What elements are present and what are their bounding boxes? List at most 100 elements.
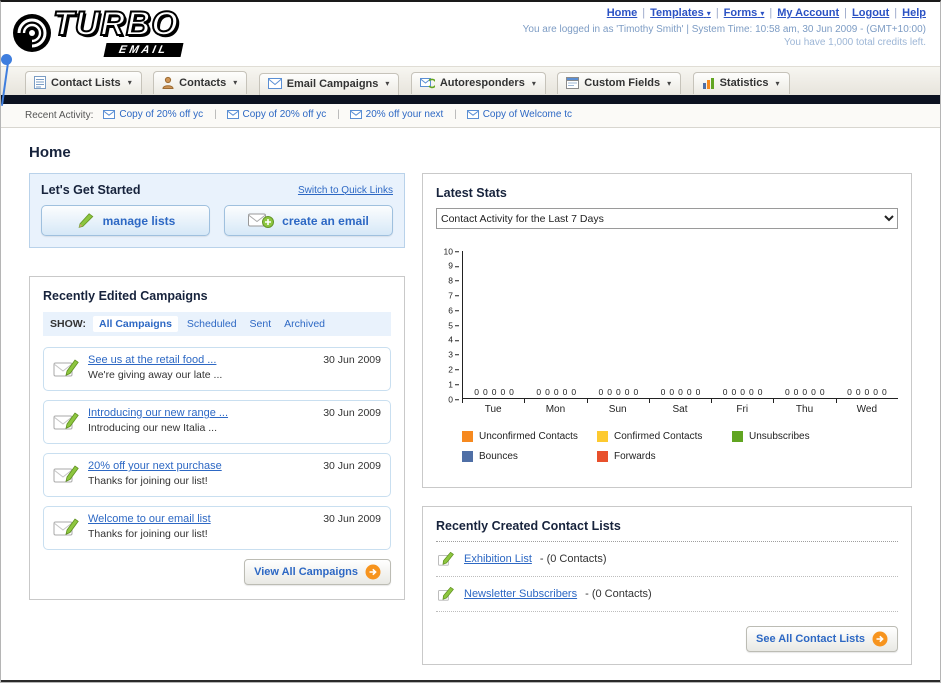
stats-range-select[interactable]: Contact Activity for the Last 7 Days	[436, 208, 898, 229]
contact-list-item: Newsletter Subscribers - (0 Contacts)	[436, 577, 898, 612]
tab-contact-lists[interactable]: Contact Lists ▾	[25, 71, 142, 94]
create-email-button[interactable]: create an email	[224, 205, 393, 236]
filter-archived[interactable]: Archived	[284, 318, 325, 330]
tab-autoresponders[interactable]: Autoresponders ▾	[410, 72, 546, 94]
campaign-title-link[interactable]: 20% off your next purchase	[88, 460, 315, 472]
bottom-bar	[1, 680, 940, 682]
nav-my-account-link[interactable]: My Account	[777, 7, 852, 19]
campaign-item: 20% off your next purchase Thanks for jo…	[43, 453, 391, 497]
campaign-title-link[interactable]: Welcome to our email list	[88, 513, 315, 525]
see-all-contact-lists-button[interactable]: See All Contact Lists	[745, 626, 898, 652]
contact-list-items: Exhibition List - (0 Contacts) Newslette…	[436, 542, 898, 612]
arrow-right-icon	[365, 564, 381, 580]
contact-list-item: Exhibition List - (0 Contacts)	[436, 542, 898, 577]
legend-swatch	[597, 451, 608, 462]
arrow-right-icon	[872, 631, 888, 647]
legend-swatch	[462, 451, 473, 462]
logo-subtitle: EMAIL	[103, 43, 184, 58]
autoresponders-icon	[419, 78, 435, 89]
tab-email-campaigns[interactable]: Email Campaigns ▾	[258, 72, 400, 95]
view-all-campaigns-button[interactable]: View All Campaigns	[244, 559, 391, 585]
legend-swatch	[732, 431, 743, 442]
nav-forms-link[interactable]: Forms ▾	[724, 7, 778, 19]
envelope-icon	[466, 110, 479, 119]
contact-lists-title: Recently Created Contact Lists	[436, 519, 898, 542]
nav-home-link[interactable]: Home	[607, 7, 650, 19]
campaigns-panel: Recently Edited Campaigns SHOW: All Camp…	[29, 276, 405, 600]
right-column: Latest Stats Contact Activity for the La…	[422, 173, 912, 665]
nav-help-link[interactable]: Help	[902, 7, 926, 19]
contacts-icon	[162, 76, 174, 89]
header-right: HomeTemplates ▾Forms ▾My AccountLogoutHe…	[523, 7, 926, 48]
chart-y-axis: 0 1 2 3 4 5 6 7 8 9 10	[443, 245, 460, 404]
contact-list-link[interactable]: Newsletter Subscribers	[464, 588, 577, 600]
campaigns-title: Recently Edited Campaigns	[43, 289, 208, 303]
chevron-down-icon: ▾	[706, 9, 711, 18]
app-logo: TURBO EMAIL	[11, 6, 184, 59]
contact-list-count: - (0 Contacts)	[539, 553, 607, 565]
nav-templates-link[interactable]: Templates ▾	[650, 7, 724, 19]
campaign-subtitle: Introducing our new Italia ...	[88, 422, 217, 434]
recent-activity-bar: Recent Activity: Copy of 20% off yc Copy…	[1, 104, 940, 128]
get-started-title: Let's Get Started	[41, 183, 141, 197]
chevron-down-icon: ▾	[127, 78, 132, 87]
campaign-item: Introducing our new range ... Introducin…	[43, 400, 391, 444]
recent-activity-item[interactable]: Copy of Welcome tc	[466, 109, 572, 120]
tab-contacts[interactable]: Contacts ▾	[153, 71, 248, 94]
contact-list-link[interactable]: Exhibition List	[464, 553, 532, 565]
latest-stats-title: Latest Stats	[436, 186, 507, 200]
campaign-item: Welcome to our email list Thanks for joi…	[43, 506, 391, 550]
tab-custom-fields[interactable]: Custom Fields ▾	[557, 72, 682, 94]
envelope-icon	[103, 110, 116, 119]
legend-item: Confirmed Contacts	[597, 431, 732, 442]
custom-fields-icon	[566, 77, 580, 89]
main-tab-bar: Contact Lists ▾ Contacts ▾ Email Campaigns…	[1, 66, 940, 95]
campaign-title-link[interactable]: Introducing our new range ...	[88, 407, 315, 419]
recent-activity-item[interactable]: Copy of 20% off yc	[103, 109, 223, 120]
contact-lists-panel: Recently Created Contact Lists Exhibitio…	[422, 506, 912, 665]
latest-stats-panel: Latest Stats Contact Activity for the La…	[422, 173, 912, 488]
contact-list-count: - (0 Contacts)	[585, 588, 652, 600]
campaign-filter-bar: SHOW: All Campaigns Scheduled Sent Archi…	[43, 312, 391, 336]
chevron-down-icon: ▾	[233, 78, 238, 87]
filter-scheduled[interactable]: Scheduled	[187, 318, 237, 330]
envelope-pencil-icon	[53, 516, 79, 542]
envelope-pencil-icon	[53, 357, 79, 383]
left-column: Let's Get Started Switch to Quick Links …	[29, 173, 405, 665]
credits-line: You have 1,000 total credits left.	[784, 37, 926, 48]
legend-item: Unconfirmed Contacts	[462, 431, 597, 442]
tab-statistics[interactable]: Statistics ▾	[692, 72, 790, 94]
campaign-subtitle: We're giving away our late ...	[88, 369, 223, 381]
switch-quick-links[interactable]: Switch to Quick Links	[298, 185, 393, 196]
campaign-subtitle: Thanks for joining our list!	[88, 528, 208, 540]
campaign-list: See us at the retail food ... We're givi…	[43, 347, 391, 550]
chevron-down-icon: ▾	[667, 78, 672, 88]
divider-bar	[1, 95, 940, 104]
chart-legend: Unconfirmed Contacts Confirmed Contacts Un…	[462, 431, 898, 471]
filter-sent[interactable]: Sent	[250, 318, 272, 330]
recent-activity-item[interactable]: 20% off your next	[349, 109, 464, 120]
envelope-plus-icon	[248, 213, 275, 228]
campaign-date: 30 Jun 2009	[323, 407, 381, 419]
campaign-date: 30 Jun 2009	[323, 513, 381, 525]
contact-activity-chart: 0 1 2 3 4 5 6 7 8 9 10 000000000000000000000000000…	[436, 245, 898, 404]
get-started-panel: Let's Get Started Switch to Quick Links …	[29, 173, 405, 248]
statistics-icon	[702, 78, 714, 89]
show-label: SHOW:	[50, 318, 86, 330]
nav-logout-link[interactable]: Logout	[852, 7, 902, 19]
chevron-down-icon: ▾	[531, 78, 536, 88]
recent-activity-items: Copy of 20% off yc Copy of 20% off yc 20…	[103, 109, 572, 122]
campaign-title-link[interactable]: See us at the retail food ...	[88, 354, 315, 366]
chevron-down-icon: ▾	[760, 9, 765, 18]
legend-item: Forwards	[597, 451, 732, 462]
legend-swatch	[597, 431, 608, 442]
chevron-down-icon: ▾	[775, 78, 780, 88]
campaign-item: See us at the retail food ... We're givi…	[43, 347, 391, 391]
chevron-down-icon: ▾	[385, 79, 390, 88]
legend-swatch	[462, 431, 473, 442]
manage-lists-button[interactable]: manage lists	[41, 205, 210, 236]
filter-all-campaigns[interactable]: All Campaigns	[92, 316, 178, 332]
legend-item: Unsubscribes	[732, 431, 867, 442]
campaign-subtitle: Thanks for joining our list!	[88, 475, 208, 487]
recent-activity-item[interactable]: Copy of 20% off yc	[226, 109, 347, 120]
